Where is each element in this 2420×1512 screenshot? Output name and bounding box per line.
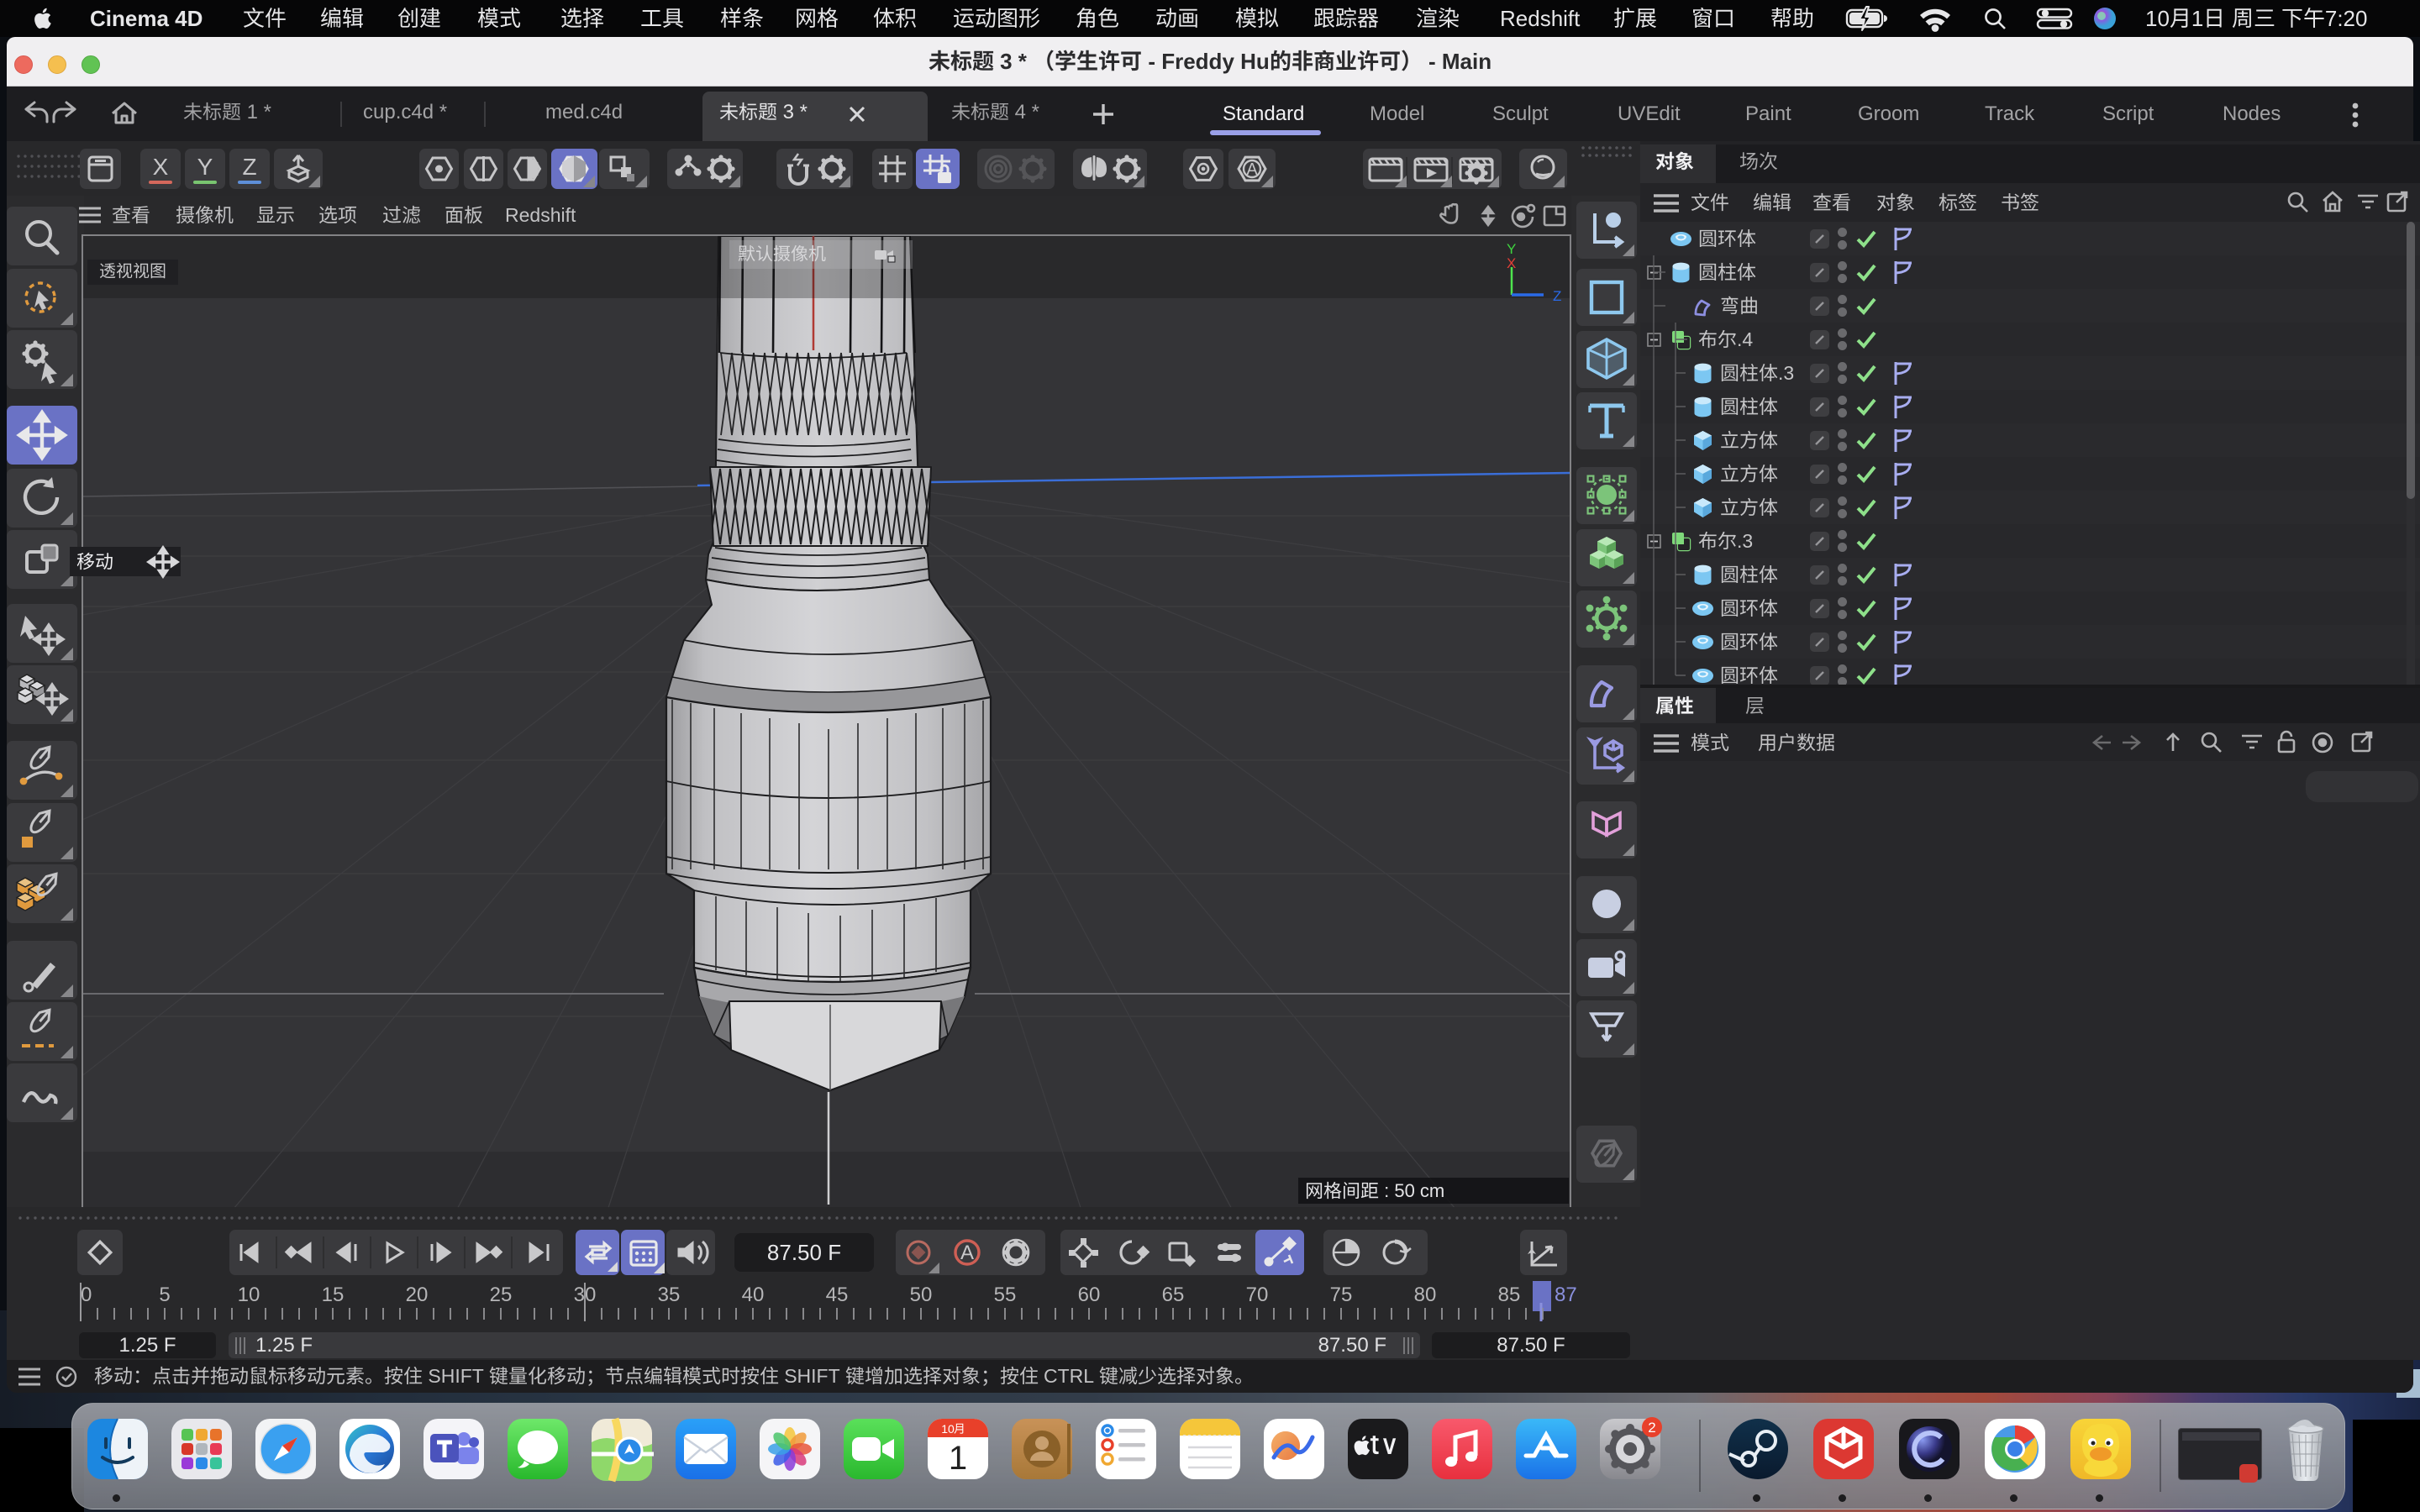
svg-text:80: 80 [1414,1284,1437,1306]
svg-text:2: 2 [1648,1420,1655,1436]
svg-text:70: 70 [1246,1284,1269,1306]
svg-text:65: 65 [1162,1284,1185,1306]
svg-text:60: 60 [1078,1284,1101,1306]
svg-text:1: 1 [949,1440,967,1477]
svg-text:50: 50 [910,1284,933,1306]
svg-text:25: 25 [490,1284,513,1306]
svg-text:55: 55 [994,1284,1017,1306]
svg-text:35: 35 [658,1284,681,1306]
svg-text:X: X [153,154,169,180]
svg-text:75: 75 [1330,1284,1353,1306]
svg-text:X: X [1507,255,1516,271]
svg-text:87: 87 [1555,1284,1577,1306]
svg-text:Z: Z [242,154,256,180]
svg-text:10: 10 [238,1284,260,1306]
svg-text:15: 15 [322,1284,345,1306]
svg-text:40: 40 [742,1284,765,1306]
svg-text:10: 10 [941,1422,955,1436]
svg-text:45: 45 [826,1284,849,1306]
svg-text:85: 85 [1498,1284,1521,1306]
svg-text:20: 20 [406,1284,429,1306]
svg-text:Y: Y [197,154,213,180]
svg-text:Z: Z [1553,288,1561,304]
svg-text:0: 0 [81,1284,92,1306]
svg-text:A: A [1246,160,1258,179]
svg-text:5: 5 [159,1284,170,1306]
